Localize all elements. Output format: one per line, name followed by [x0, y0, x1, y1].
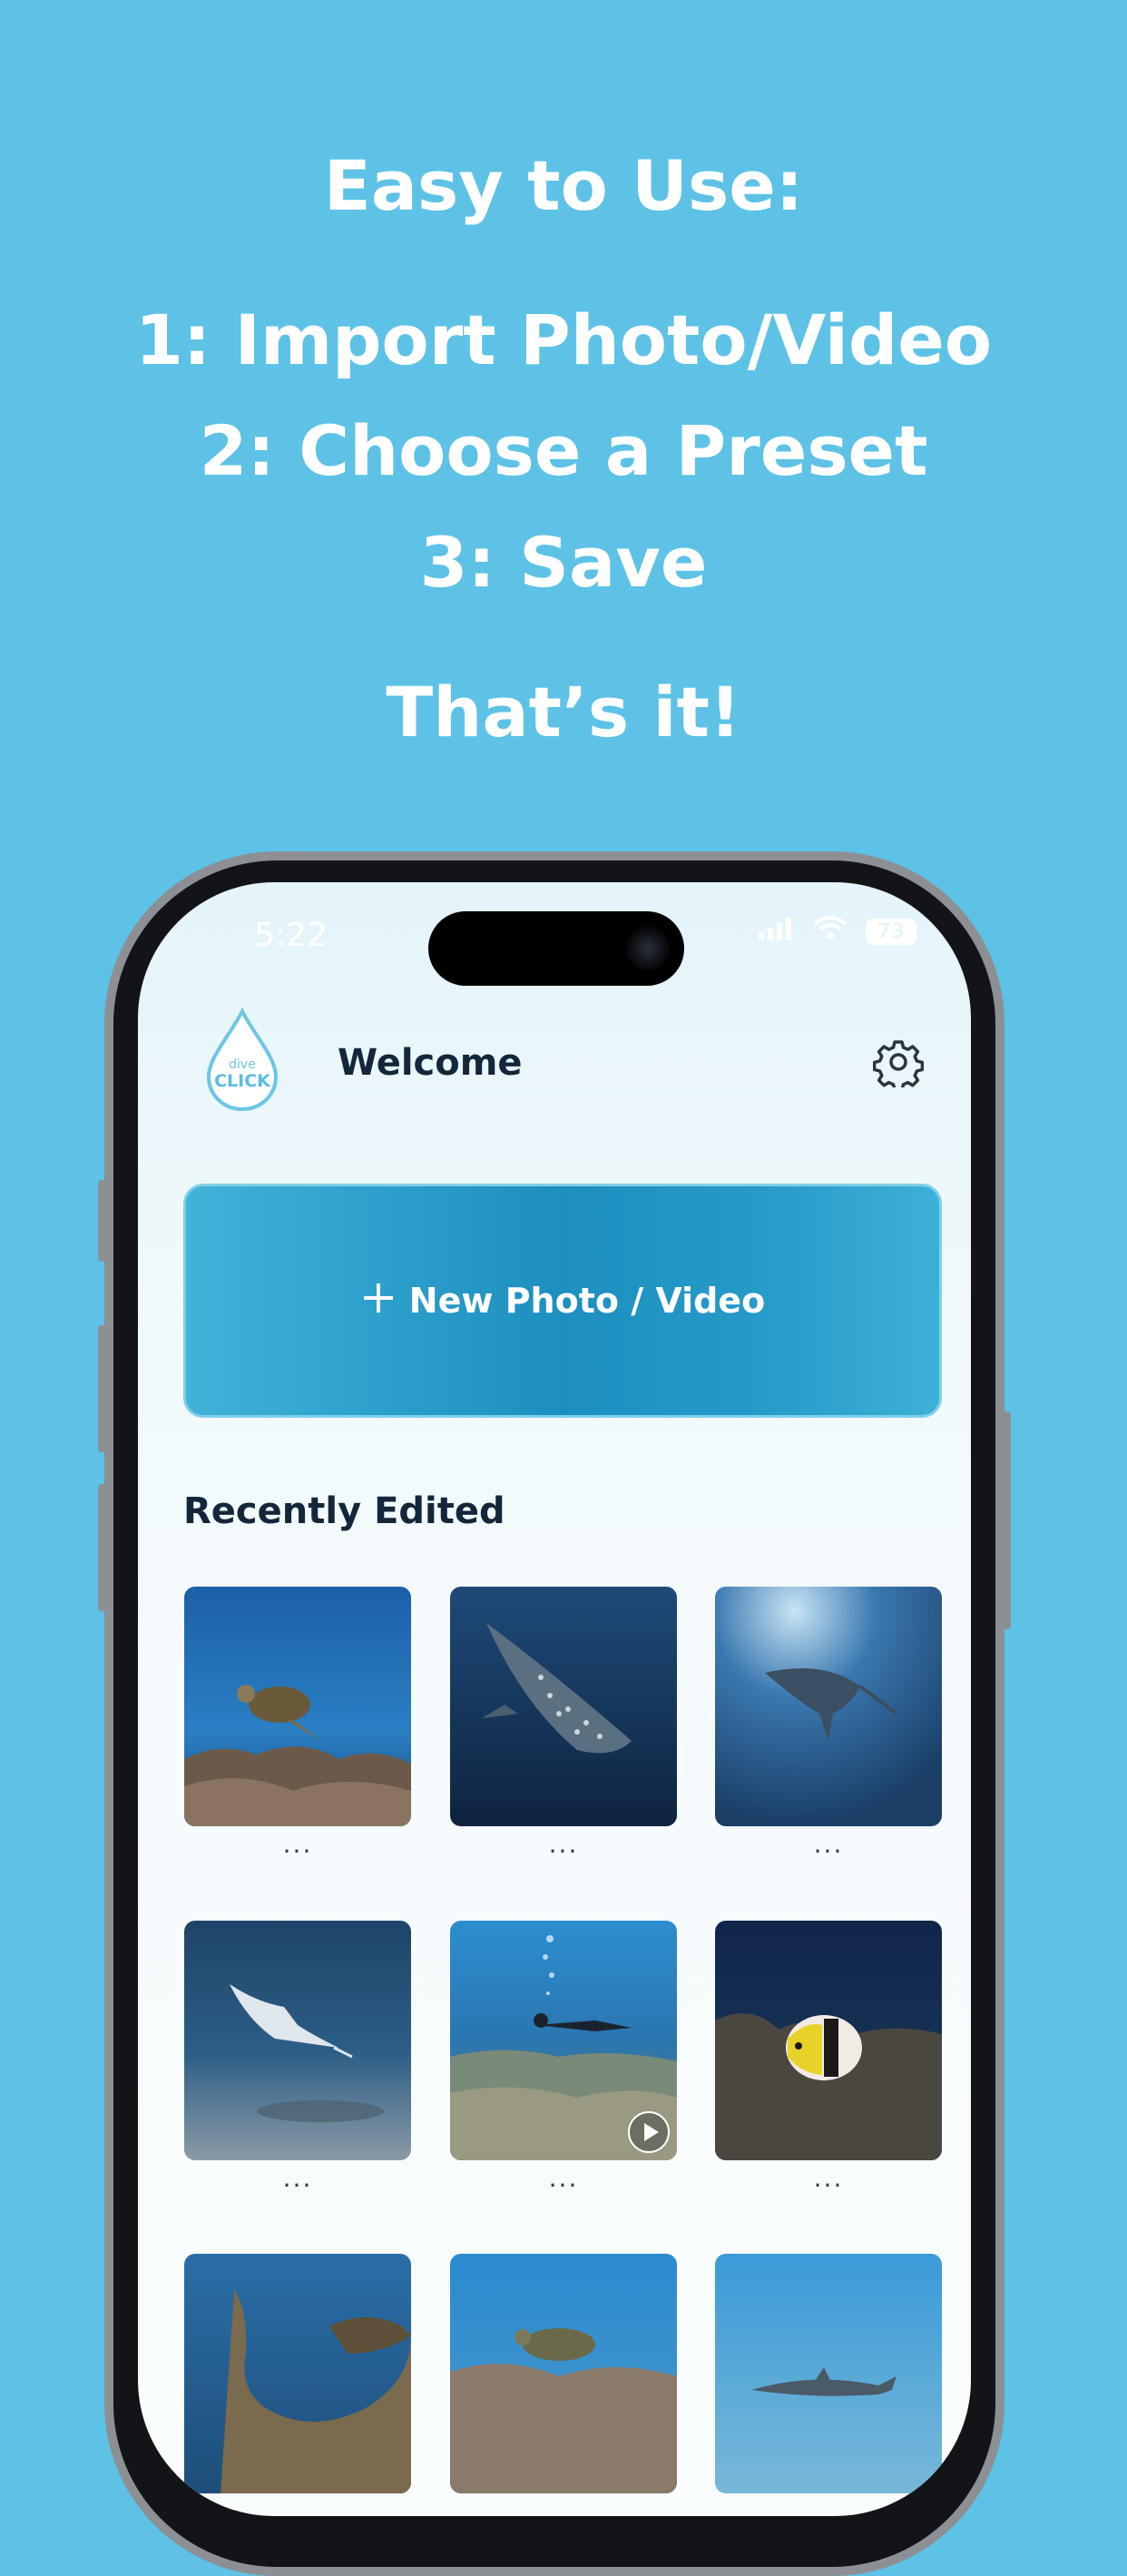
battery-indicator: 73 — [866, 918, 916, 945]
gear-icon[interactable] — [872, 1037, 925, 1092]
thumbnail-manta-sand[interactable] — [184, 1921, 411, 2160]
volume-down-button — [98, 1484, 107, 1611]
promo-closing: That’s it! — [386, 672, 741, 752]
wifi-icon — [813, 915, 848, 948]
new-button-label: New Photo / Video — [408, 1281, 766, 1321]
action-button — [98, 1180, 107, 1262]
promo-step-3: 3: Save — [419, 522, 708, 603]
more-options-button[interactable]: ... — [810, 1832, 847, 1857]
more-options-button[interactable]: ... — [545, 2166, 582, 2191]
promo-step-1: 1: Import Photo/Video — [134, 300, 993, 380]
power-button — [1002, 1411, 1011, 1629]
status-icons: 73 — [759, 915, 916, 948]
thumbnail-manta-ray[interactable] — [715, 1587, 942, 1826]
more-options-button[interactable]: ... — [279, 2166, 316, 2191]
logo-text-click: CLICK — [214, 1071, 270, 1091]
status-time: 5:22 — [254, 917, 328, 954]
thumbnail-turtle-reef[interactable] — [450, 2254, 677, 2493]
thumbnail-turtle[interactable] — [184, 1587, 411, 1826]
more-options-button[interactable]: ... — [279, 1832, 316, 1857]
signal-icon — [759, 916, 795, 948]
promo-step-2: 2: Choose a Preset — [199, 410, 928, 491]
play-icon — [628, 2111, 670, 2153]
thumbnail-butterflyfish[interactable] — [715, 1921, 942, 2160]
logo-text-dive: dive — [229, 1057, 256, 1072]
more-options-button[interactable]: ... — [810, 2166, 847, 2191]
new-photo-video-button[interactable]: New Photo / Video — [183, 1184, 942, 1418]
thumbnail-reef-shark[interactable] — [715, 2254, 942, 2493]
thumbnail-whale-shark[interactable] — [450, 1587, 677, 1826]
app-logo: dive CLICK — [203, 1007, 281, 1113]
plus-icon — [360, 1274, 397, 1327]
thumbnail-diver[interactable] — [450, 1921, 677, 2160]
thumbnail-turtle-closeup[interactable] — [184, 2254, 411, 2493]
more-options-button[interactable]: ... — [545, 1832, 582, 1857]
app-screen: 5:22 73 dive CLICK Welcome New Photo / V… — [138, 882, 971, 2516]
camera-icon — [626, 927, 670, 970]
page-title: Welcome — [338, 1042, 523, 1084]
section-title-recent: Recently Edited — [183, 1490, 505, 1532]
volume-up-button — [98, 1325, 107, 1452]
dynamic-island — [428, 911, 684, 986]
promo-title: Easy to Use: — [323, 145, 804, 226]
